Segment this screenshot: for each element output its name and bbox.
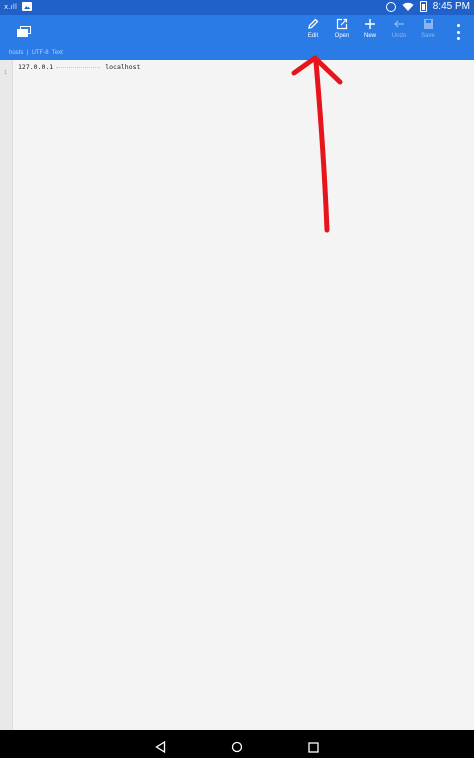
pencil-icon — [307, 17, 319, 31]
recents-icon[interactable] — [308, 738, 319, 757]
plus-icon — [364, 17, 376, 31]
image-notification-icon — [22, 2, 33, 11]
open-button[interactable]: Open — [328, 17, 356, 43]
home-icon[interactable] — [231, 738, 243, 757]
edit-button[interactable]: Edit — [299, 17, 327, 43]
app-toolbar: Edit Open New Undo Save hosts | UTF-8 Te… — [0, 15, 474, 60]
status-left: x.ıll — [4, 2, 33, 11]
status-right: 8:45 PM — [385, 1, 470, 12]
edit-label: Edit — [307, 33, 319, 39]
line-number-gutter: 1 — [0, 60, 13, 730]
path-separator: | — [26, 50, 29, 56]
alarm-icon — [385, 1, 396, 12]
navigation-bar — [0, 730, 474, 758]
undo-arrow-icon — [393, 17, 405, 31]
back-icon[interactable] — [155, 738, 166, 757]
file-name: hosts — [9, 50, 24, 56]
undo-button[interactable]: Undo — [385, 17, 413, 43]
new-label: New — [363, 33, 376, 39]
file-encoding: UTF-8 — [31, 50, 49, 56]
undo-label: Undo — [391, 33, 407, 39]
save-disk-icon — [423, 17, 434, 31]
open-file-icon — [336, 17, 348, 31]
wifi-icon — [402, 2, 414, 12]
save-label: Save — [421, 33, 435, 39]
tabs-switcher-icon[interactable] — [17, 26, 31, 38]
text-editor-area[interactable]: 127.0.0.1 localhost — [13, 60, 474, 730]
more-options-icon[interactable] — [456, 24, 460, 40]
line-number: 1 — [4, 70, 8, 76]
save-button[interactable]: Save — [414, 17, 442, 43]
clock-time: 8:45 PM — [432, 1, 470, 12]
signal-icon: x.ıll — [4, 2, 18, 11]
battery-icon — [419, 1, 427, 12]
host-ip: 127.0.0.1 — [18, 63, 54, 71]
tab-marker — [56, 63, 101, 68]
host-name: localhost — [105, 63, 141, 71]
editor-line[interactable]: 127.0.0.1 localhost — [18, 63, 140, 71]
file-info-bar: hosts | UTF-8 Text — [9, 50, 63, 56]
open-label: Open — [334, 33, 350, 39]
status-bar: x.ıll 8:45 PM — [0, 0, 474, 15]
file-type: Text — [51, 50, 63, 56]
new-button[interactable]: New — [356, 17, 384, 43]
